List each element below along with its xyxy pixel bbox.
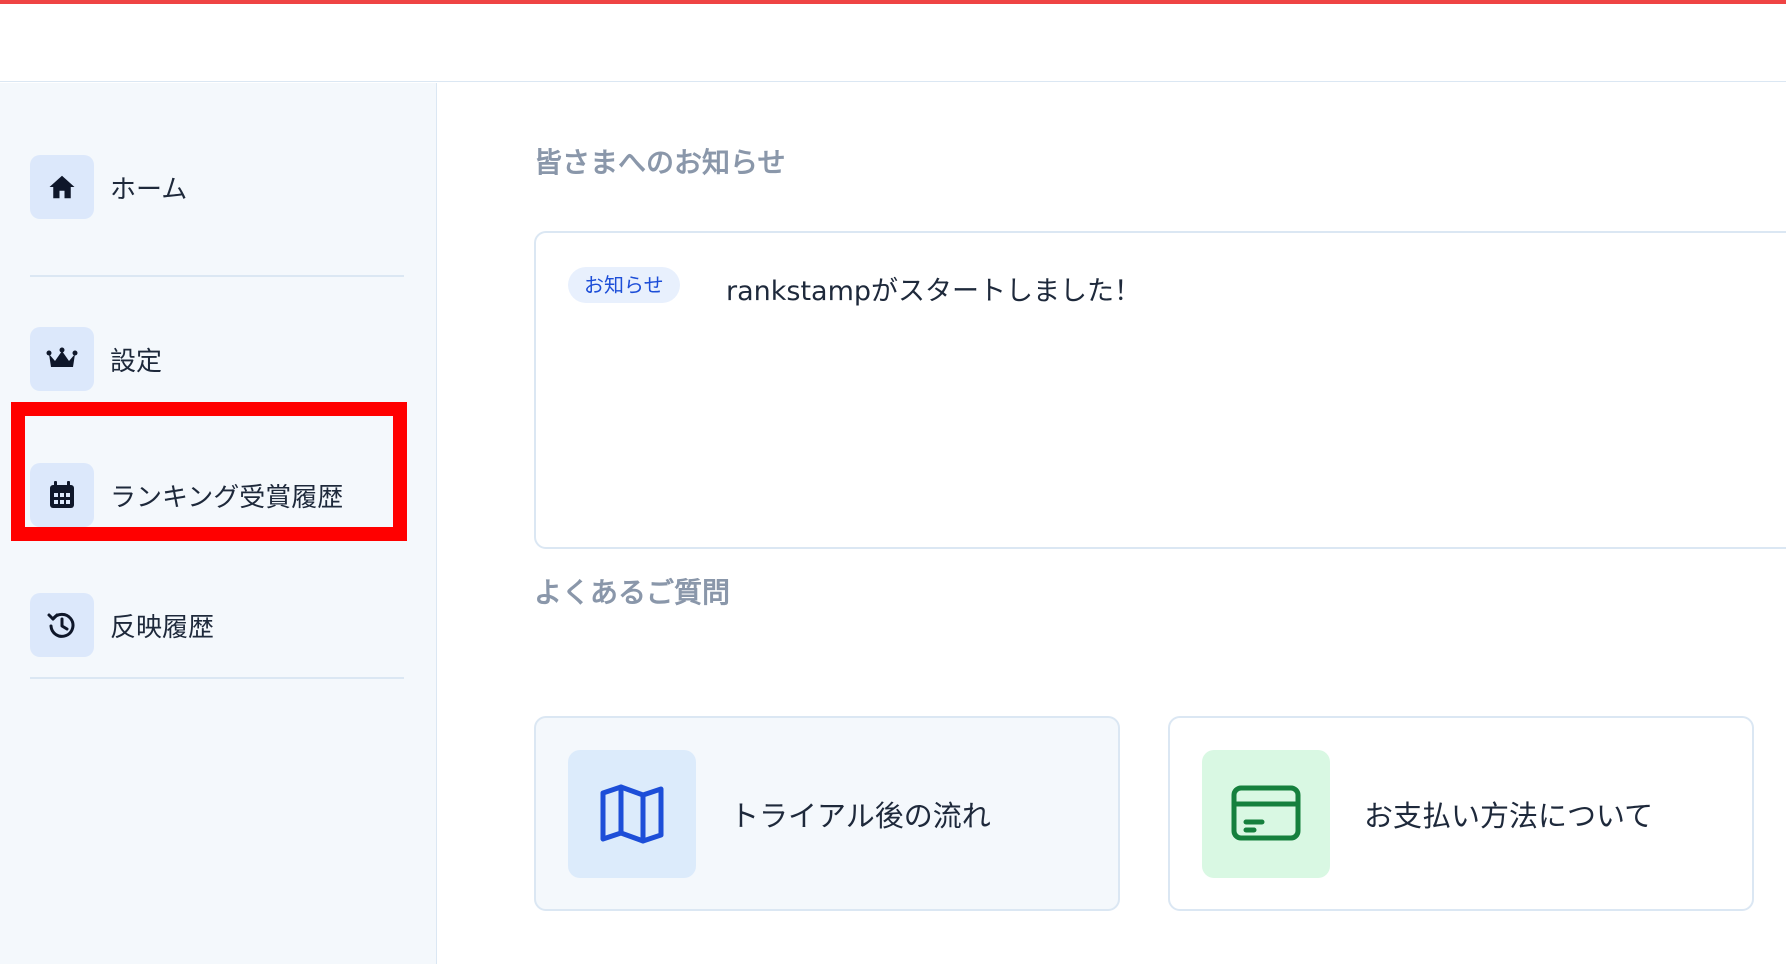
map-icon xyxy=(568,749,696,878)
faq-card-trial-flow[interactable]: トライアル後の流れ xyxy=(534,716,1120,911)
sidebar-divider xyxy=(30,677,404,679)
sidebar-divider xyxy=(30,275,404,277)
history-icon xyxy=(30,593,94,657)
sidebar-item-settings[interactable]: 設定 xyxy=(30,327,162,391)
sidebar-item-home[interactable]: ホーム xyxy=(30,155,187,219)
main-content: 皆さまへのお知らせ お知らせ rankstampがスタートしました！ よくあるご… xyxy=(438,83,1786,964)
sidebar-item-reflection-history[interactable]: 反映履歴 xyxy=(30,593,214,657)
news-card: お知らせ rankstampがスタートしました！ xyxy=(534,231,1786,549)
sidebar-item-label: 設定 xyxy=(110,346,163,377)
faq-section-title: よくあるご質問 xyxy=(534,576,731,609)
home-icon xyxy=(30,155,94,219)
news-badge: お知らせ xyxy=(568,267,680,303)
crown-icon xyxy=(30,327,94,391)
news-section-title: 皆さまへのお知らせ xyxy=(534,146,786,179)
credit-card-icon xyxy=(1202,749,1330,878)
highlight-annotation xyxy=(11,402,407,541)
news-item-link[interactable]: rankstampがスタートしました！ xyxy=(726,269,1141,308)
faq-label: トライアル後の流れ xyxy=(730,798,991,833)
sidebar-item-label: 反映履歴 xyxy=(110,612,215,643)
header xyxy=(0,4,1786,82)
sidebar-item-label: ホーム xyxy=(110,174,188,205)
faq-card-payment-method[interactable]: お支払い方法について xyxy=(1168,716,1754,911)
faq-label: お支払い方法について xyxy=(1364,798,1654,833)
